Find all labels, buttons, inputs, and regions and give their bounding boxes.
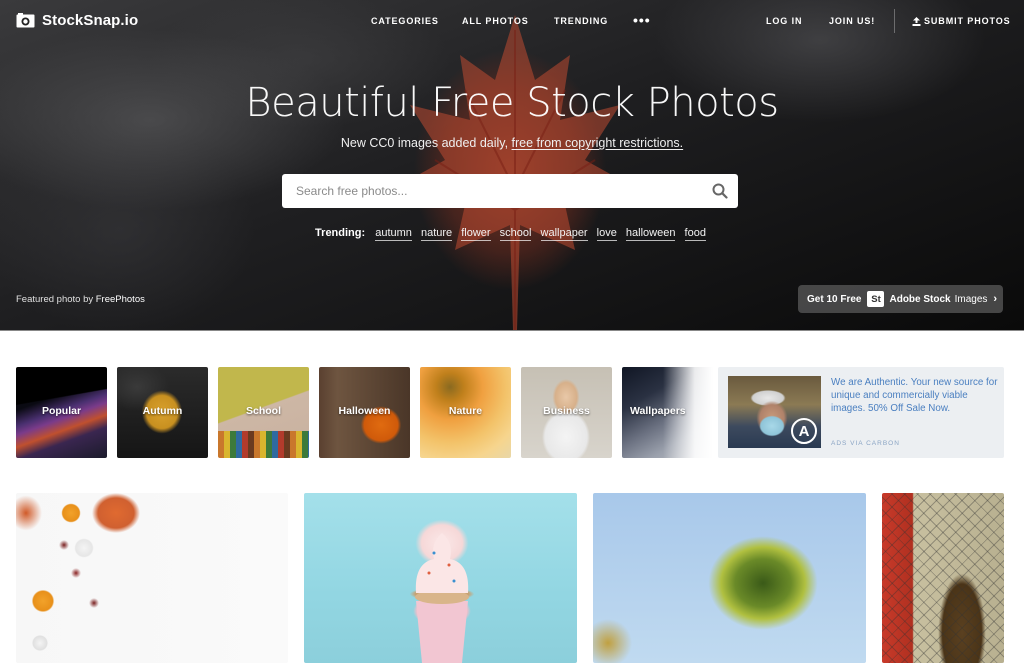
hero-banner: StockSnap.io CATEGORIES ALL PHOTOS TREND… — [0, 0, 1024, 331]
search-button[interactable] — [702, 174, 738, 208]
category-label: Nature — [448, 405, 483, 417]
trending-label: Trending: — [315, 227, 366, 239]
category-autumn[interactable]: Autumn — [117, 367, 208, 458]
featured-credit-text: Featured photo by — [16, 294, 96, 305]
category-nature[interactable]: Nature — [420, 367, 511, 458]
search-icon — [712, 183, 728, 199]
nav-join[interactable]: JOIN US! — [829, 16, 875, 26]
adobe-brand: Adobe Stock — [889, 293, 951, 305]
upload-icon — [912, 16, 921, 26]
adobe-stock-button[interactable]: Get 10 Free St Adobe Stock Images › — [798, 285, 1003, 313]
category-popular[interactable]: Popular — [16, 367, 107, 458]
featured-credit: Featured photo by FreePhotos — [16, 294, 145, 305]
photo-palm-tree[interactable] — [593, 493, 866, 663]
trend-tag-food[interactable]: food — [684, 227, 706, 241]
nav-divider — [894, 9, 895, 33]
submit-photos-link[interactable]: SUBMIT PHOTOS — [912, 16, 1011, 26]
copyright-link[interactable]: free from copyright restrictions. — [512, 136, 684, 150]
trend-tag-flower[interactable]: flower — [461, 227, 491, 241]
carbon-ad: A We are Authentic. Your new source for … — [718, 367, 1004, 458]
category-school[interactable]: School — [218, 367, 309, 458]
submit-photos-label: SUBMIT PHOTOS — [924, 16, 1011, 26]
chevron-right-icon: › — [993, 293, 998, 305]
photo-autumn-pumpkins[interactable] — [16, 493, 288, 663]
brand-name: StockSnap.io — [42, 12, 139, 29]
category-wallpapers[interactable]: Wallpapers — [622, 367, 713, 458]
photo-woman-fence[interactable] — [882, 493, 1004, 663]
cupcake-illustration — [415, 533, 469, 663]
trend-tag-wallpaper[interactable]: wallpaper — [540, 227, 588, 241]
category-label: Autumn — [142, 405, 183, 417]
hero-subtitle: New CC0 images added daily, free from co… — [0, 136, 1024, 150]
nav-trending[interactable]: TRENDING — [554, 16, 608, 26]
hero-title: Beautiful Free Stock Photos — [0, 80, 1024, 126]
category-halloween[interactable]: Halloween — [319, 367, 410, 458]
ads-via-carbon[interactable]: ADS VIA CARBON — [831, 440, 900, 447]
trending-tags: Trending: autumn nature flower school wa… — [0, 227, 1024, 241]
brand-logo[interactable]: StockSnap.io — [16, 12, 138, 29]
hero-background-leaf — [395, 10, 635, 330]
search-input[interactable] — [282, 174, 702, 208]
nav-all-photos[interactable]: ALL PHOTOS — [462, 16, 529, 26]
nav-categories[interactable]: CATEGORIES — [371, 16, 439, 26]
ad-image[interactable]: A — [728, 376, 821, 448]
trend-tag-nature[interactable]: nature — [420, 227, 453, 241]
category-label: Popular — [41, 405, 82, 417]
more-menu-icon[interactable]: ••• — [633, 12, 651, 28]
trend-tag-autumn[interactable]: autumn — [375, 227, 412, 241]
hero-subtitle-text: New CC0 images added daily, — [340, 136, 512, 150]
photo-cupcake[interactable] — [304, 493, 577, 663]
hero-title-text: Beautiful Free Stock Photos — [245, 80, 779, 126]
category-label: Wallpapers — [630, 405, 686, 417]
ad-text[interactable]: We are Authentic. Your new source for un… — [831, 377, 999, 415]
adobe-stock-icon: St — [867, 291, 885, 307]
trend-tag-love[interactable]: love — [596, 227, 617, 241]
category-label: Business — [543, 405, 590, 417]
trend-tag-school[interactable]: school — [499, 227, 532, 241]
camera-icon — [16, 13, 35, 28]
trend-tag-halloween[interactable]: halloween — [625, 227, 676, 241]
category-label: School — [245, 405, 281, 417]
category-label: Halloween — [338, 405, 391, 417]
category-business[interactable]: Business — [521, 367, 612, 458]
authentic-logo-icon: A — [791, 418, 817, 444]
adobe-prefix: Get 10 Free — [807, 293, 862, 305]
nav-login[interactable]: LOG IN — [766, 16, 802, 26]
adobe-suffix: Images — [954, 293, 988, 305]
top-navigation: StockSnap.io CATEGORIES ALL PHOTOS TREND… — [0, 0, 1024, 42]
search-bar — [282, 174, 738, 208]
featured-author-link[interactable]: FreePhotos — [96, 294, 145, 305]
